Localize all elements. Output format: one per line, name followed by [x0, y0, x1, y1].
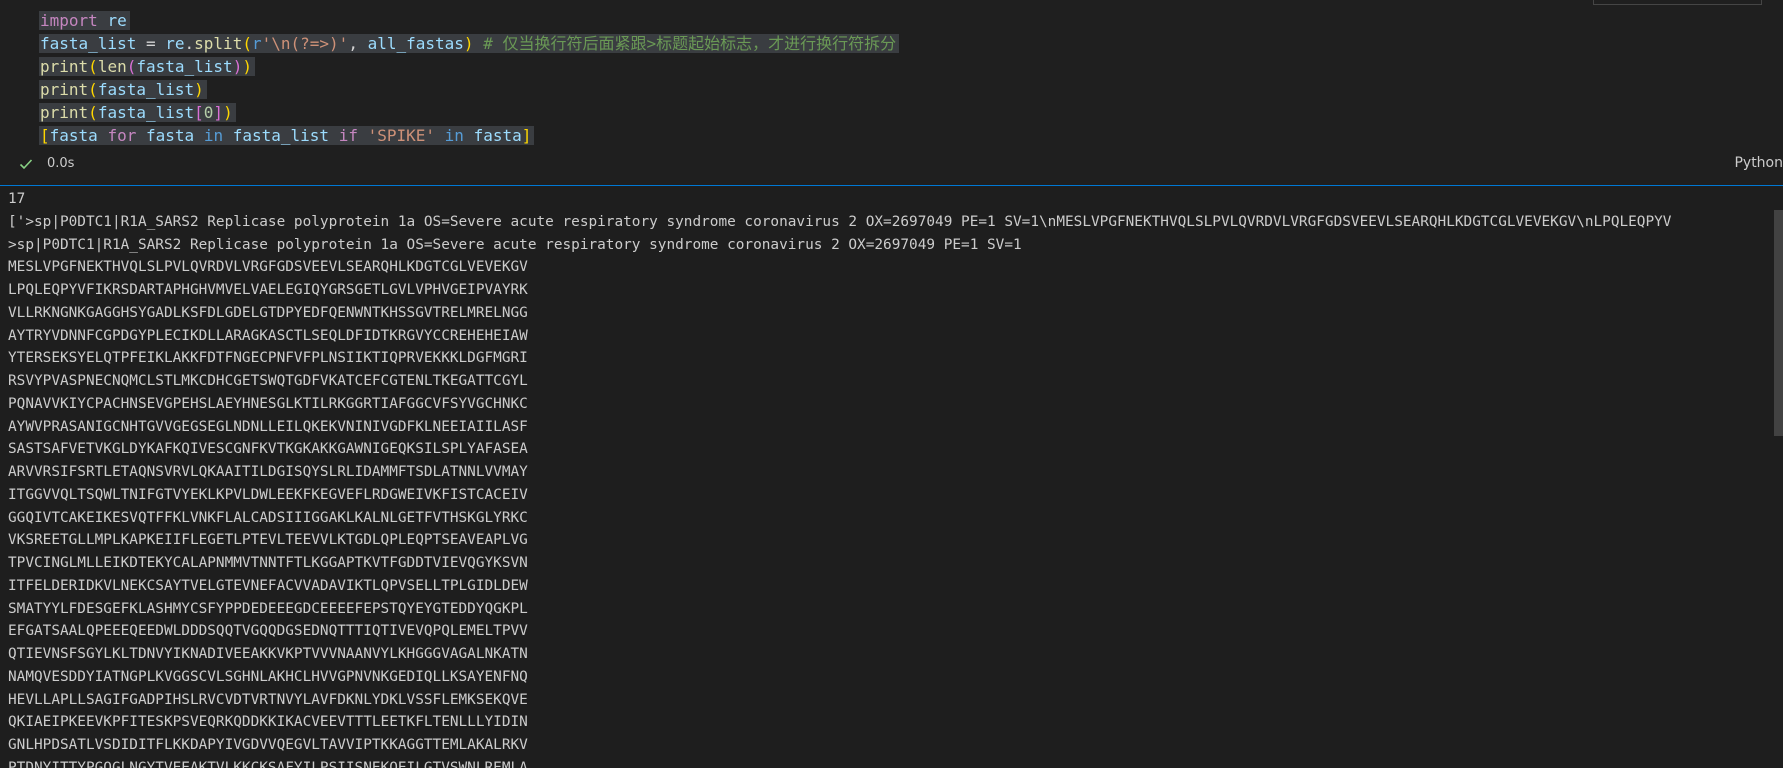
- code-cell[interactable]: import re fasta_list = re.split(r'\n(?=>…: [0, 0, 1783, 184]
- bracket: [: [40, 126, 50, 145]
- output-line: GNLHPDSATLVSDIDITFLKKDAPYIVGDVVQEGVLTAVV…: [8, 737, 528, 753]
- output-text: 17 ['>sp|P0DTC1|R1A_SARS2 Replicase polyp…: [8, 188, 1671, 768]
- code-line-6: [fasta for fasta in fasta_list if 'SPIKE…: [39, 124, 899, 147]
- output-line: YTERSEKSYELQTPFEIKLAKKFDTFNGECPNFVFPLNSI…: [8, 350, 528, 367]
- code-comment: # 仅当换行符后面紧跟>标题起始标志，才进行换行符拆分: [483, 34, 897, 53]
- operator: =: [145, 34, 156, 53]
- bracket: (: [88, 57, 98, 76]
- bracket: ): [242, 57, 252, 76]
- output-line: NAMQVESDDYIATNGPLKVGGSCVLSGHNLAKHCLHVVGP…: [8, 668, 528, 685]
- output-line: PTDNYITTYPGQGLNGYTVEEAKTVLKKCKSAFYILPSII…: [8, 759, 528, 768]
- bracket: [: [194, 103, 204, 122]
- bracket: (: [126, 57, 137, 76]
- output-line: VKSREETGLLMPLKAPKEIIFLEGETLPTEVLTEEVVLKT…: [8, 532, 528, 549]
- output-line: ARVVRSIFSRTLETAQNSVRVLQKAAITILDGISQYSLRL…: [8, 464, 528, 480]
- output-line: >sp|P0DTC1|R1A_SARS2 Replicase polyprote…: [8, 236, 1022, 253]
- cell-status-bar: 0.0s Python: [0, 155, 1783, 175]
- keyword: import: [40, 11, 98, 30]
- output-line: EFGATSAALQPEEEQEEDWLDDDSQQTVGQQDGSEDNQTT…: [8, 623, 528, 640]
- output-scrollbar[interactable]: [1773, 186, 1783, 768]
- identifier: fasta: [473, 126, 522, 145]
- function-name: len: [97, 57, 127, 76]
- bracket: ]: [213, 103, 224, 122]
- output-line: VLLRKNGNKGAGGHSYGADLKSFDLGDELGTDPYEDFQEN…: [8, 304, 528, 321]
- operator: ,: [348, 34, 358, 53]
- identifier: fasta_list: [97, 103, 195, 122]
- function-name: print: [40, 103, 89, 122]
- identifier: re: [107, 11, 127, 30]
- output-line: TPVCINGLMLLEIKDTEKYCALAPNMMVTNNTFTLKGGAP…: [8, 555, 528, 571]
- bracket: ): [223, 103, 233, 122]
- number-literal: 0: [203, 103, 214, 122]
- identifier: fasta: [49, 126, 98, 145]
- identifier: re: [165, 34, 185, 53]
- code-line-3: print(len(fasta_list)): [39, 55, 899, 78]
- output-line: HEVLLAPLLSAGIFGADPIHSLRVCVDTVRTNVYLAVFDK…: [8, 691, 528, 708]
- output-line: AYWVPRASANIGCNHTGVVGEGSEGLNDNLLEILQKEKVN…: [8, 418, 528, 435]
- bracket: ]: [521, 126, 532, 145]
- bracket: ): [194, 80, 204, 99]
- output-line: QTIEVNSFSGYLKLTDNVYIKNADIVEEAKKVKPTVVVNA…: [8, 646, 528, 662]
- check-icon: [18, 156, 34, 172]
- output-line: ITGGVVQLTSQWLTNIFGTVYEKLKPVLDWLEEKFKEGVE…: [8, 486, 528, 503]
- code-editor[interactable]: import re fasta_list = re.split(r'\n(?=>…: [39, 9, 900, 147]
- output-line: QKIAEIPKEEVKPFITESKPSVEQRKQDDKKIKACVEEVT…: [8, 714, 528, 731]
- keyword: if: [338, 126, 358, 145]
- identifier: fasta_list: [136, 57, 233, 76]
- keyword: in: [444, 126, 464, 145]
- code-line-2: fasta_list = re.split(r'\n(?=>)', all_fa…: [39, 32, 900, 55]
- output-line: ITFELDERIDKVLNEKCSAYTVELGTEVNEFACVVADAVI…: [8, 577, 528, 594]
- output-line: AYTRYVDNNFCGPDGYPLECIKDLLARAGKASCTLSEQLD…: [8, 327, 528, 344]
- output-line: MESLVPGFNEKTHVQLSLPVLQVRDVLVRGFGDSVEEVLS…: [8, 259, 528, 276]
- function-name: split: [194, 34, 243, 53]
- raw-string-prefix: r: [251, 34, 262, 53]
- output-line: PQNAVVKIYCPACHNSEVGPEHSLAEYHNESGLKTILRKG…: [8, 395, 528, 412]
- bracket: (: [242, 34, 252, 53]
- function-name: print: [40, 57, 89, 76]
- identifier: fasta_list: [97, 80, 195, 99]
- identifier: fasta_list: [40, 34, 137, 53]
- output-scrollbar-thumb[interactable]: [1774, 210, 1783, 436]
- identifier: fasta_list: [232, 126, 330, 145]
- string-literal: '\n(?=>)': [261, 34, 349, 53]
- output-line: SASTSAFVETVKGLDYKAFKQIVESCGNFKVTKGKAKKGA…: [8, 441, 528, 458]
- keyword: for: [107, 126, 137, 145]
- output-line: GGQIVTCAKEIKESVQTFFKLVNKFLALCADSIIIGGAKL…: [8, 509, 528, 526]
- identifier: all_fastas: [367, 34, 464, 53]
- bracket: (: [88, 103, 98, 122]
- output-line: LPQLEQPYVFIKRSDARTAPHGHVMVELVAELEGIQYGRS…: [8, 282, 528, 298]
- execution-time: 0.0s: [47, 156, 75, 171]
- cell-output[interactable]: 17 ['>sp|P0DTC1|R1A_SARS2 Replicase polyp…: [0, 186, 1783, 768]
- bracket: (: [88, 80, 98, 99]
- top-scrollbar-thumb[interactable]: [1593, 0, 1762, 5]
- bracket: ): [232, 57, 243, 76]
- output-line: RSVYPVASPNECNQMCLSTLMKCDHCGETSWQTGDFVKAT…: [8, 373, 528, 389]
- string-literal: 'SPIKE': [367, 126, 436, 145]
- output-line: SMATYYLFDESGEFKLASHMYCSFYPPDEDEEEGDCEEEE…: [8, 600, 528, 617]
- keyword: in: [203, 126, 224, 145]
- function-name: print: [40, 80, 89, 99]
- code-line-1: import re: [39, 9, 899, 32]
- output-line: ['>sp|P0DTC1|R1A_SARS2 Replicase polypro…: [8, 213, 1672, 230]
- code-line-5: print(fasta_list[0]): [39, 101, 899, 124]
- bracket: ): [463, 34, 474, 53]
- operator: .: [184, 34, 195, 53]
- kernel-language-button[interactable]: Python: [1734, 155, 1783, 171]
- code-line-4: print(fasta_list): [39, 78, 899, 101]
- output-line: 17: [8, 191, 26, 207]
- identifier: fasta: [146, 126, 195, 145]
